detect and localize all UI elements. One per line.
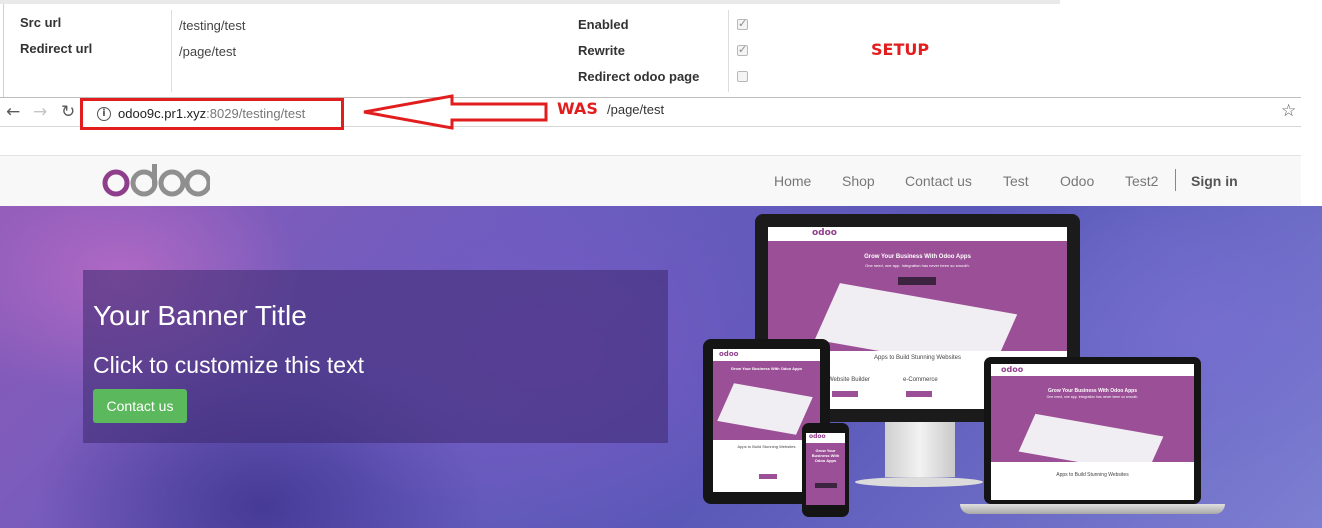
address-bar[interactable]: i odoo9c.pr1.xyz:8029/testing/test <box>80 98 344 130</box>
menu-test[interactable]: Test <box>1003 173 1029 189</box>
sign-in-link[interactable]: Sign in <box>1191 173 1238 189</box>
banner-subtitle[interactable]: Click to customize this text <box>93 352 364 379</box>
contact-us-button[interactable]: Contact us <box>93 389 187 423</box>
url-path: :8029/testing/test <box>206 106 306 121</box>
laptop-hero-sub: One need, one app. Integration has never… <box>1046 395 1139 399</box>
url-host: odoo9c.pr1.xyz <box>118 106 207 121</box>
monitor-hero-sub: One need, one app. Integration has never… <box>865 263 970 268</box>
menu-shop[interactable]: Shop <box>842 173 875 189</box>
laptop-screen: odoo Grow Your Business With Odoo Apps O… <box>991 364 1194 500</box>
monitor-hero-title: Grow Your Business With Odoo Apps <box>864 254 971 260</box>
form-top-border <box>0 0 1060 4</box>
arrow-right-icon[interactable]: → <box>33 102 47 122</box>
odoo-logo[interactable] <box>100 164 210 198</box>
arrow-left-icon[interactable]: ← <box>6 102 20 122</box>
menu-contact-us[interactable]: Contact us <box>905 173 972 189</box>
laptop-hero-title: Grow Your Business With Odoo Apps <box>1047 388 1138 394</box>
menu-home[interactable]: Home <box>774 173 811 189</box>
monitor-feature-2: e-Commerce <box>903 377 938 383</box>
info-icon[interactable]: i <box>97 107 111 121</box>
rewrite-checkbox[interactable] <box>737 43 748 56</box>
annotation-arrow <box>363 94 548 130</box>
menu-odoo[interactable]: Odoo <box>1060 173 1094 189</box>
laptop-section-title: Apps to Build Stunning Websites <box>1056 472 1129 478</box>
monitor-base <box>855 477 983 487</box>
monitor-stand <box>885 422 955 477</box>
menu-divider <box>1175 169 1176 191</box>
column-separator <box>171 10 172 92</box>
menu-test2[interactable]: Test2 <box>1125 173 1158 189</box>
enabled-checkbox[interactable] <box>737 17 748 30</box>
redirect-url-field[interactable]: /page/test <box>179 44 236 59</box>
column-separator <box>728 10 729 92</box>
reload-icon[interactable]: ↻ <box>61 102 75 122</box>
redirect-odoo-label: Redirect odoo page <box>578 69 700 84</box>
laptop-base <box>960 504 1225 514</box>
phone-screen: odoo Grow Your Business With Odoo Apps <box>806 433 845 505</box>
monitor-feature-1: Website Builder <box>828 377 870 383</box>
form-left-border <box>3 4 4 97</box>
setup-annotation: SETUP <box>871 40 930 59</box>
hero-banner: Your Banner Title Click to customize thi… <box>0 206 1322 528</box>
redirect-odoo-checkbox[interactable] <box>737 71 748 82</box>
src-url-label: Src url <box>20 15 62 30</box>
rewrite-label: Rewrite <box>578 43 625 58</box>
enabled-label: Enabled <box>578 17 629 32</box>
phone-hero-title: Grow Your Business With Odoo Apps <box>811 448 840 463</box>
was-annotation: WAS <box>557 99 598 118</box>
star-icon[interactable]: ☆ <box>1281 101 1296 121</box>
banner-title[interactable]: Your Banner Title <box>93 300 307 332</box>
src-url-field[interactable]: /testing/test <box>179 18 245 33</box>
tablet-hero-title: Grow Your Business With Odoo Apps <box>730 366 803 371</box>
redirect-url-label: Redirect url <box>20 41 93 56</box>
was-path: /page/test <box>607 102 665 117</box>
site-navbar: Home Shop Contact us Test Odoo Test2 Sig… <box>0 155 1301 206</box>
url-text: odoo9c.pr1.xyz:8029/testing/test <box>118 106 305 121</box>
banner-caption: Your Banner Title Click to customize thi… <box>83 270 668 443</box>
